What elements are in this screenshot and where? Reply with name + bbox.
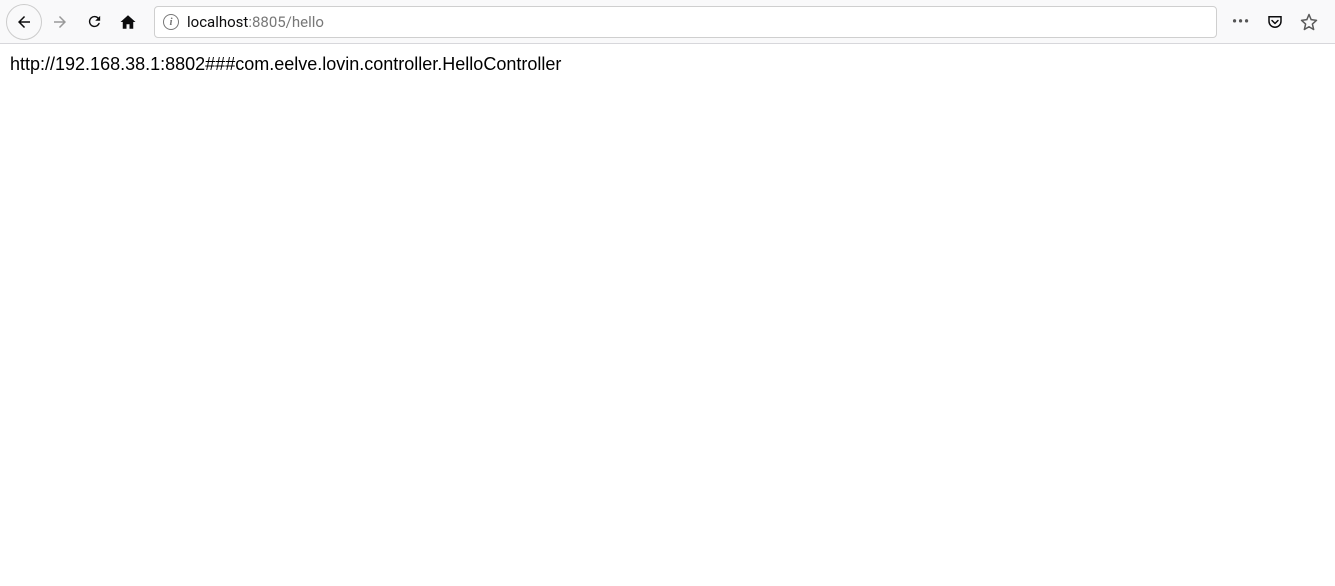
browser-toolbar: i localhost:8805/hello •••: [0, 0, 1335, 44]
bookmark-button[interactable]: [1295, 8, 1323, 36]
reload-icon: [86, 13, 103, 30]
site-info-icon[interactable]: i: [163, 14, 179, 30]
reload-button[interactable]: [78, 6, 110, 38]
ellipsis-icon: •••: [1232, 14, 1250, 30]
pocket-button[interactable]: [1261, 8, 1289, 36]
address-bar[interactable]: i localhost:8805/hello: [154, 6, 1217, 38]
right-toolbar-group: •••: [1221, 8, 1329, 36]
response-text: http://192.168.38.1:8802###com.eelve.lov…: [10, 54, 561, 74]
star-icon: [1300, 13, 1318, 31]
page-body: http://192.168.38.1:8802###com.eelve.lov…: [0, 44, 1335, 85]
forward-arrow-icon: [51, 13, 69, 31]
forward-button[interactable]: [44, 6, 76, 38]
back-button[interactable]: [6, 4, 42, 40]
url-path: :8805/hello: [248, 13, 324, 31]
nav-buttons-group: [6, 4, 144, 40]
home-button[interactable]: [112, 6, 144, 38]
back-arrow-icon: [15, 13, 33, 31]
home-icon: [119, 13, 137, 31]
url-host: localhost: [187, 13, 248, 31]
pocket-icon: [1266, 13, 1284, 31]
page-actions-button[interactable]: •••: [1227, 8, 1255, 36]
url-display[interactable]: localhost:8805/hello: [187, 13, 1208, 31]
